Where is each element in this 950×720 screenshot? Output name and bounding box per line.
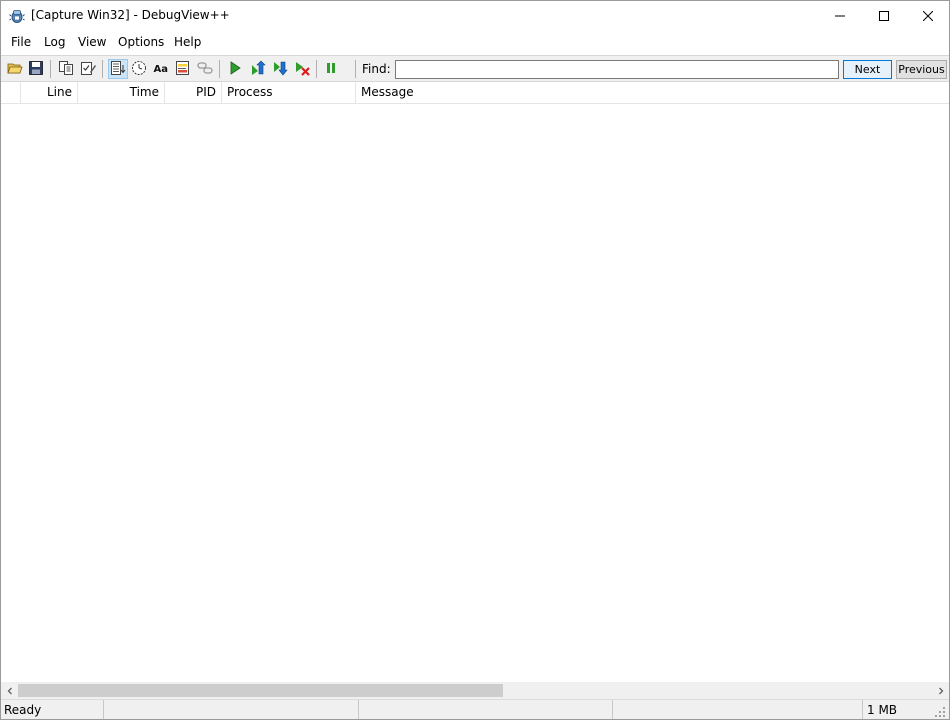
pause-button[interactable] [321, 59, 341, 79]
scroll-left-button[interactable] [1, 682, 18, 699]
play-button[interactable] [225, 59, 245, 79]
highlight-button[interactable] [173, 59, 193, 79]
scrollbar-thumb[interactable] [18, 684, 503, 697]
next-bookmark-button[interactable] [270, 59, 290, 79]
autoscroll-button[interactable] [108, 59, 128, 79]
time-format-button[interactable] [129, 59, 149, 79]
copy-button[interactable] [56, 59, 76, 79]
horizontal-scrollbar[interactable] [1, 682, 949, 699]
debugview-app-icon [9, 8, 25, 24]
close-icon [923, 11, 933, 21]
column-header-bookmark[interactable] [1, 82, 21, 104]
window-title: [Capture Win32] - DebugView++ [31, 8, 230, 22]
open-button[interactable] [5, 59, 25, 79]
find-label: Find: [362, 62, 391, 76]
menu-bar: File Log View Options Help [1, 31, 949, 55]
autoscroll-icon [110, 60, 126, 79]
status-ready: Ready [1, 700, 104, 719]
previous-bookmark-button[interactable] [248, 59, 268, 79]
resize-grip-icon[interactable] [933, 705, 947, 719]
menu-help[interactable]: Help [174, 35, 201, 49]
menu-view[interactable]: View [78, 35, 106, 49]
debugview-window: [Capture Win32] - DebugView++ File Log V… [0, 0, 950, 720]
column-header-process[interactable]: Process [222, 82, 356, 104]
highlight-icon [175, 60, 191, 79]
status-bar: Ready 1 MB [1, 699, 949, 719]
column-header-pid[interactable]: PID [165, 82, 222, 104]
bookmark-up-icon [250, 60, 266, 79]
save-button[interactable] [26, 59, 46, 79]
title-bar: [Capture Win32] - DebugView++ [1, 1, 949, 31]
maximize-button[interactable] [861, 1, 907, 31]
toolbar-separator [50, 60, 51, 78]
status-pane-3 [359, 700, 613, 719]
status-pane-2 [104, 700, 359, 719]
close-button[interactable] [905, 1, 949, 31]
link-icon [197, 60, 213, 79]
log-list-header: Line Time PID Process Message [1, 82, 949, 104]
toolbar-separator [219, 60, 220, 78]
chevron-right-icon [937, 684, 945, 698]
status-pane-4 [613, 700, 863, 719]
log-list[interactable] [1, 104, 949, 682]
bookmark-down-icon [272, 60, 288, 79]
minimize-button[interactable] [817, 1, 863, 31]
play-icon [227, 60, 243, 79]
find-input[interactable] [395, 60, 839, 79]
status-memory: 1 MB [867, 703, 898, 717]
filter-button[interactable] [78, 59, 98, 79]
toolbar-separator [355, 60, 356, 78]
link-button[interactable] [195, 59, 215, 79]
font-button[interactable]: Aa [151, 59, 171, 79]
pause-icon [323, 60, 339, 79]
toolbar-separator [102, 60, 103, 78]
scroll-right-button[interactable] [932, 682, 949, 699]
menu-options[interactable]: Options [118, 35, 164, 49]
column-header-time[interactable]: Time [78, 82, 165, 104]
find-previous-button[interactable]: Previous [896, 60, 947, 79]
font-icon: Aa [153, 60, 169, 79]
menu-file[interactable]: File [11, 35, 31, 49]
toolbar: Aa Find: Next Previous [1, 55, 949, 82]
find-next-button[interactable]: Next [843, 60, 892, 79]
menu-log[interactable]: Log [44, 35, 65, 49]
column-header-line[interactable]: Line [21, 82, 78, 104]
minimize-icon [835, 11, 845, 21]
copy-icon [58, 60, 74, 79]
chevron-left-icon [6, 684, 14, 698]
save-icon [28, 60, 44, 79]
toolbar-separator [316, 60, 317, 78]
edit-filter-icon [80, 60, 96, 79]
open-folder-icon [7, 60, 23, 79]
clear-bookmarks-button[interactable] [292, 59, 312, 79]
maximize-icon [879, 11, 889, 21]
clear-bookmarks-icon [294, 60, 310, 79]
svg-text:Aa: Aa [154, 64, 169, 75]
column-header-message[interactable]: Message [356, 82, 949, 104]
clock-icon [131, 60, 147, 79]
